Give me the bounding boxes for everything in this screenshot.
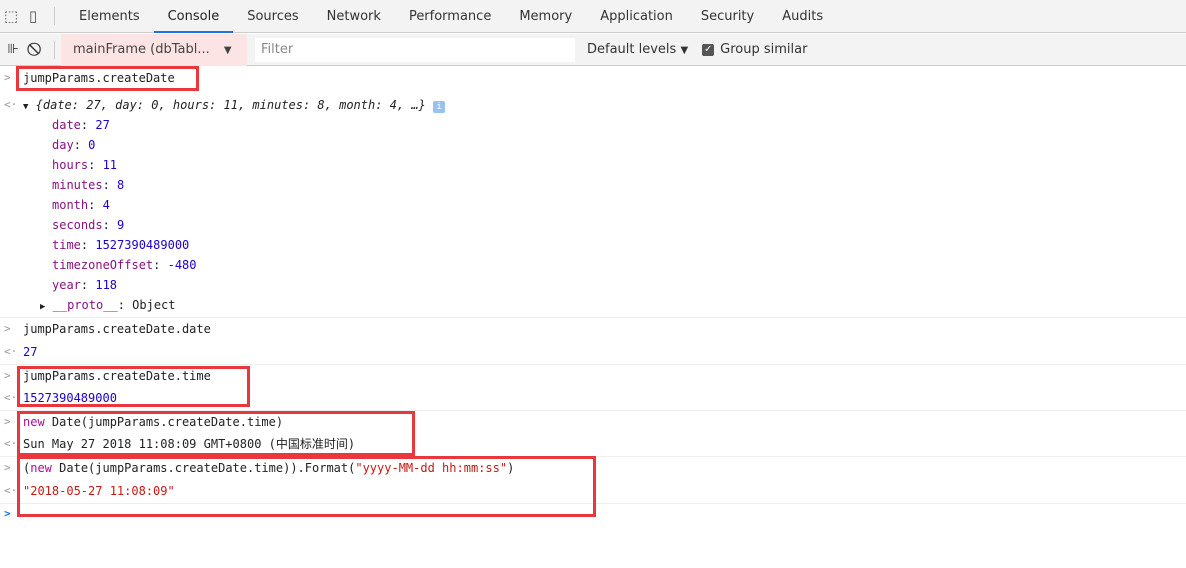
property-key: hours	[52, 158, 89, 172]
tab-sources[interactable]: Sources	[233, 0, 312, 33]
tab-application[interactable]: Application	[586, 0, 687, 33]
property-key: timezoneOffset	[52, 258, 154, 272]
console-toolbar: ⊪ ⃠ mainFrame (dbTabl... ▼ Filter Defaul…	[0, 33, 1186, 66]
result-arrow-icon: <·	[4, 98, 18, 111]
highlight-box	[17, 411, 415, 456]
device-toolbar-icon[interactable]: ▯	[22, 7, 44, 25]
property-key: year	[52, 278, 81, 292]
property-value: 1527390489000	[95, 238, 190, 252]
expand-triangle-icon[interactable]: ▼	[23, 102, 28, 112]
object-preview-text: {date: 27, day: 0, hours: 11, minutes: 8…	[35, 98, 426, 112]
property-value: 118	[95, 278, 118, 292]
result-arrow-icon: <·	[4, 484, 18, 497]
property-value: 0	[88, 138, 96, 152]
result-arrow-icon: <·	[4, 437, 18, 450]
divider	[0, 364, 1186, 365]
tab-elements[interactable]: Elements	[65, 0, 154, 33]
property-key: minutes	[52, 178, 103, 192]
property-key: time	[52, 238, 81, 252]
property-key: month	[52, 198, 89, 212]
group-similar-label: Group similar	[720, 42, 808, 57]
prompt-caret-icon: >	[4, 507, 11, 520]
tab-security[interactable]: Security	[687, 0, 768, 33]
divider	[54, 40, 55, 59]
tab-network[interactable]: Network	[313, 0, 395, 33]
result-arrow-icon: <·	[4, 345, 18, 358]
inspect-element-icon[interactable]: ⬚	[0, 7, 22, 25]
input-prompt-icon: >	[4, 461, 11, 474]
property-key: date	[52, 118, 81, 132]
highlight-box	[17, 456, 596, 517]
result-arrow-icon: <·	[4, 391, 18, 404]
tab-console[interactable]: Console	[153, 0, 234, 33]
info-icon[interactable]: i	[433, 101, 446, 113]
dropdown-arrow-icon: ▼	[680, 45, 689, 56]
property-value: 27	[95, 118, 110, 132]
proto-value: Object	[132, 298, 176, 312]
property-value: 11	[102, 158, 118, 172]
proto-property[interactable]: ▶ __proto__: Object	[40, 295, 176, 317]
property-value: -480	[167, 258, 197, 272]
divider	[54, 7, 55, 25]
context-label: mainFrame (dbTabl...	[73, 41, 210, 57]
highlight-box	[16, 66, 199, 91]
property-key: seconds	[52, 218, 103, 232]
levels-dropdown[interactable]: Default levels ▼	[587, 42, 688, 57]
tab-performance[interactable]: Performance	[395, 0, 505, 33]
property-value: 9	[117, 218, 125, 232]
context-selector[interactable]: mainFrame (dbTabl... ▼	[61, 33, 247, 66]
console-result: 27	[23, 345, 38, 359]
input-prompt-icon: >	[4, 322, 11, 335]
sidebar-toggle-icon[interactable]: ⊪	[0, 42, 26, 57]
property-value: 8	[117, 178, 125, 192]
property-value: 4	[102, 198, 110, 212]
divider	[0, 317, 1186, 318]
highlight-box	[17, 366, 250, 407]
proto-key: __proto__	[52, 298, 118, 312]
input-prompt-icon: >	[4, 415, 11, 428]
tab-audits[interactable]: Audits	[768, 0, 837, 33]
clear-console-icon[interactable]: ⃠	[26, 42, 48, 57]
dropdown-arrow-icon: ▼	[223, 44, 232, 56]
property-key: day	[52, 138, 74, 152]
tab-memory[interactable]: Memory	[505, 0, 586, 33]
filter-input[interactable]: Filter	[255, 37, 575, 62]
collapsed-triangle-icon[interactable]: ▶	[40, 302, 45, 312]
devtools-tabbar: ⬚ ▯ Elements Console Sources Network Per…	[0, 0, 1186, 33]
console-command: jumpParams.createDate.date	[23, 322, 211, 336]
levels-label: Default levels	[587, 42, 677, 57]
input-prompt-icon: >	[4, 71, 11, 84]
object-preview[interactable]: ▼ {date: 27, day: 0, hours: 11, minutes:…	[23, 95, 446, 117]
input-prompt-icon: >	[4, 369, 11, 382]
group-similar-checkbox[interactable]: ✓	[702, 43, 715, 56]
